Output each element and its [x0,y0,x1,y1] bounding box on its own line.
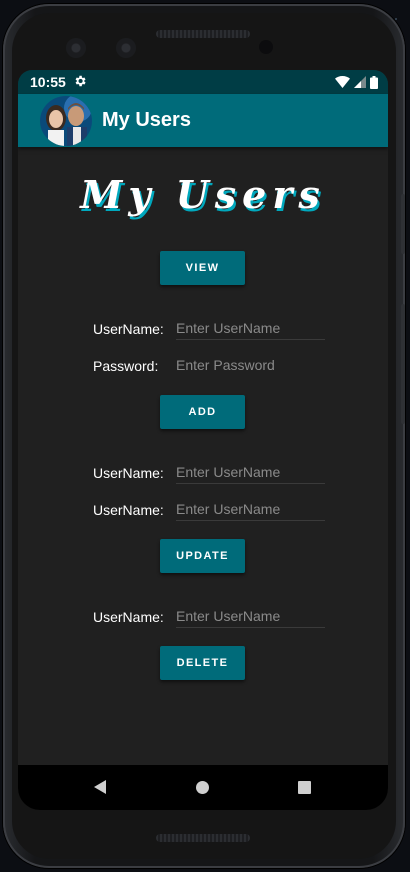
device-screen: 10:55 My Users My Users VIEW UserName: E… [18,70,388,810]
add-button[interactable]: ADD [160,395,245,429]
cellular-signal-icon [354,76,366,88]
status-time: 10:55 [30,74,66,90]
view-button[interactable]: VIEW [160,251,245,285]
update-new-username-field[interactable] [176,498,325,521]
status-icons [335,75,378,89]
recents-icon[interactable] [298,781,311,794]
update-username-field[interactable] [176,461,325,484]
add-username-label: UserName: [93,321,164,337]
front-camera [116,38,136,58]
delete-username-field[interactable] [176,605,325,628]
status-bar: 10:55 [18,70,388,94]
hero-title: My Users [80,172,326,217]
add-password-label: Password: [93,358,159,374]
background-star [395,18,397,20]
wifi-icon [335,76,350,88]
proximity-sensor [259,40,273,54]
bottom-speaker [156,834,250,842]
add-password-field[interactable] [176,354,325,377]
delete-username-label: UserName: [93,609,164,625]
power-button [401,304,405,424]
home-icon[interactable] [196,781,209,794]
add-username-field[interactable] [176,317,325,340]
volume-button [401,194,405,254]
back-icon[interactable] [94,780,106,794]
front-camera [66,38,86,58]
battery-icon [370,75,378,89]
app-logo [40,96,92,146]
app-bar-title: My Users [102,109,191,131]
delete-button[interactable]: DELETE [160,646,245,680]
update-username-label: UserName: [93,465,164,481]
update-new-username-label: UserName: [93,502,164,518]
navigation-bar [18,765,388,810]
settings-gear-icon [75,75,86,87]
update-button[interactable]: UPDATE [160,539,245,573]
earpiece-speaker [156,30,250,38]
app-bar: My Users [18,94,388,147]
